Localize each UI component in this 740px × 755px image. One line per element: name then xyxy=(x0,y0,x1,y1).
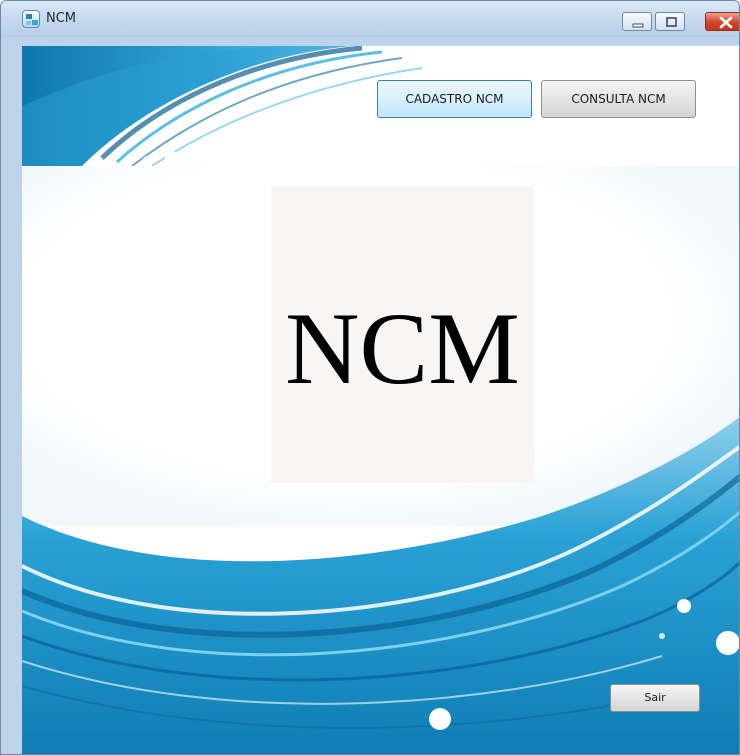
logo-text: NCM xyxy=(285,292,520,406)
maximize-button[interactable] xyxy=(655,12,685,31)
app-icon[interactable] xyxy=(22,10,40,28)
window-title: NCM xyxy=(46,11,77,26)
client-area: CADASTRO NCM CONSULTA NCM NCM Sair xyxy=(22,46,739,754)
close-button[interactable] xyxy=(705,12,739,31)
logo-panel: NCM xyxy=(271,186,534,483)
maximize-icon xyxy=(666,17,677,27)
minimize-icon xyxy=(632,23,644,28)
minimize-button[interactable] xyxy=(622,12,652,31)
consulta-ncm-button[interactable]: CONSULTA NCM xyxy=(541,80,696,118)
exit-button[interactable]: Sair xyxy=(610,684,700,712)
app-window: NCM CADASTRO NCM CONSULTA NCM NCM Sair xyxy=(0,0,740,755)
cadastro-ncm-button[interactable]: CADASTRO NCM xyxy=(377,80,532,118)
title-bar[interactable]: NCM xyxy=(1,1,739,37)
close-icon xyxy=(719,16,733,29)
